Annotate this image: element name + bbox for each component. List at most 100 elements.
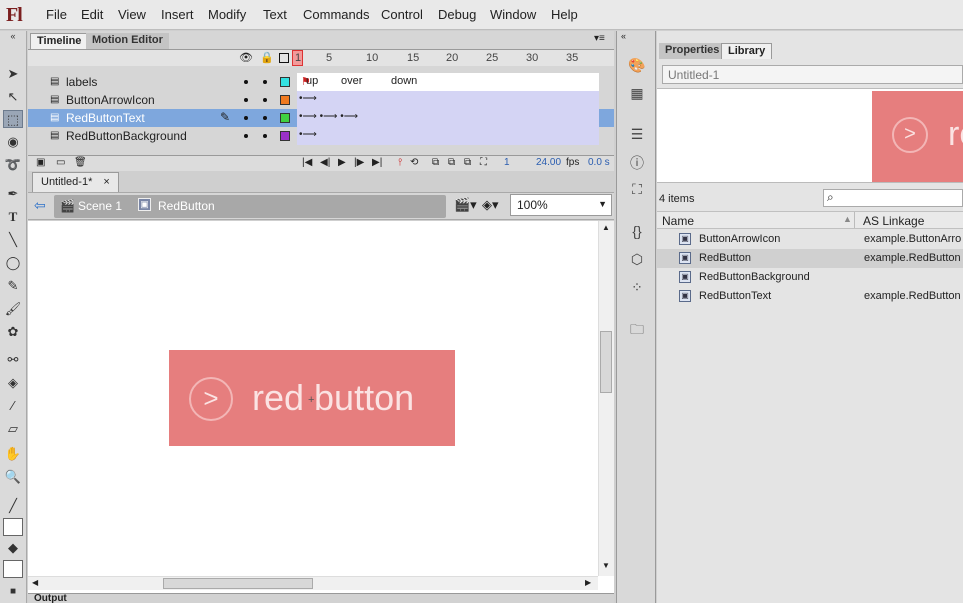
last-frame-icon[interactable]: ▶| bbox=[372, 157, 382, 168]
edit-multiple-icon[interactable]: ⧉ bbox=[464, 157, 471, 168]
free-transform-tool-icon[interactable]: ⬚ bbox=[3, 110, 23, 128]
menu-debug[interactable]: Debug bbox=[438, 7, 476, 22]
menu-text[interactable]: Text bbox=[263, 7, 287, 22]
visibility-dot[interactable] bbox=[244, 134, 248, 138]
onion-outline-icon[interactable]: ⧉ bbox=[448, 157, 455, 168]
visibility-dot[interactable] bbox=[244, 98, 248, 102]
column-name[interactable]: Name bbox=[662, 214, 694, 228]
step-forward-icon[interactable]: |▶ bbox=[354, 157, 364, 168]
align-icon[interactable]: ☰ bbox=[627, 126, 647, 144]
project-icon[interactable]: 🗀 bbox=[627, 319, 647, 337]
menu-control[interactable]: Control bbox=[381, 7, 423, 22]
library-item[interactable]: ▣ RedButton example.RedButton bbox=[657, 249, 963, 268]
library-item[interactable]: ▣ RedButtonText example.RedButton bbox=[657, 287, 963, 306]
layer-row-labels[interactable]: ▤ labels ⚑ up over down bbox=[28, 73, 614, 91]
onion-skin-icon[interactable]: ⧉ bbox=[432, 157, 439, 168]
line-tool-icon[interactable]: ╲ bbox=[3, 231, 23, 249]
fps-value[interactable]: 24.00 bbox=[536, 157, 561, 168]
tab-timeline[interactable]: Timeline bbox=[30, 33, 89, 49]
loop-icon[interactable]: ⟲ bbox=[410, 157, 418, 168]
scroll-down-icon[interactable]: ▼ bbox=[602, 561, 610, 570]
text-tool-icon[interactable]: T bbox=[3, 208, 23, 226]
deco-tool-icon[interactable]: ✿ bbox=[3, 323, 23, 341]
eye-icon[interactable]: 👁 bbox=[239, 51, 253, 64]
subselection-tool-icon[interactable]: ↖ bbox=[3, 88, 23, 106]
zoom-select[interactable]: 100% ▼ bbox=[510, 194, 612, 216]
frame-cells[interactable]: •⟶ bbox=[297, 127, 599, 145]
stage-red-button[interactable]: > red button + bbox=[169, 350, 455, 446]
zoom-tool-icon[interactable]: 🔍 bbox=[3, 468, 23, 486]
tab-library[interactable]: Library bbox=[721, 43, 773, 59]
eraser-tool-icon[interactable]: ▱ bbox=[3, 420, 23, 438]
library-search-input[interactable]: ⌕ bbox=[823, 189, 963, 207]
layer-color-swatch[interactable] bbox=[280, 77, 290, 87]
motion-presets-icon[interactable]: ⁘ bbox=[627, 279, 647, 297]
menu-window[interactable]: Window bbox=[490, 7, 536, 22]
lock-dot[interactable] bbox=[263, 98, 267, 102]
layer-color-swatch[interactable] bbox=[280, 131, 290, 141]
new-folder-icon[interactable]: ▭ bbox=[56, 157, 65, 168]
breadcrumb-scene[interactable]: Scene 1 bbox=[78, 199, 122, 213]
collapse-icon[interactable]: « bbox=[3, 31, 23, 41]
visibility-dot[interactable] bbox=[244, 80, 248, 84]
back-arrow-icon[interactable]: ⇦ bbox=[34, 197, 46, 214]
lock-dot[interactable] bbox=[263, 116, 267, 120]
lock-dot[interactable] bbox=[263, 80, 267, 84]
fill-swatch[interactable] bbox=[3, 560, 23, 578]
menu-file[interactable]: File bbox=[46, 7, 67, 22]
collapse-icon[interactable]: « bbox=[621, 31, 626, 41]
onion-markers-icon[interactable]: ⛶ bbox=[480, 157, 487, 168]
library-item[interactable]: ▣ RedButtonBackground bbox=[657, 268, 963, 287]
close-icon[interactable]: × bbox=[103, 176, 109, 188]
lock-icon[interactable]: 🔒 bbox=[260, 51, 274, 64]
code-snippets-icon[interactable]: {} bbox=[627, 223, 647, 241]
first-frame-icon[interactable]: |◀ bbox=[302, 157, 312, 168]
output-panel[interactable]: Output bbox=[28, 593, 614, 603]
3d-rotation-tool-icon[interactable]: ◉ bbox=[3, 133, 23, 151]
library-item[interactable]: ▣ ButtonArrowIcon example.ButtonArro bbox=[657, 230, 963, 249]
layer-row-buttonarrowicon[interactable]: ▤ ButtonArrowIcon •⟶ bbox=[28, 91, 614, 109]
scroll-up-icon[interactable]: ▲ bbox=[602, 223, 610, 232]
brush-tool-icon[interactable]: 🖌 bbox=[3, 300, 23, 318]
lasso-tool-icon[interactable]: ➰ bbox=[3, 156, 23, 174]
bone-tool-icon[interactable]: ⚯ bbox=[3, 351, 23, 369]
frame-cells[interactable]: •⟶ bbox=[297, 91, 599, 109]
selection-tool-icon[interactable]: ➤ bbox=[3, 65, 23, 83]
lock-dot[interactable] bbox=[263, 134, 267, 138]
hand-tool-icon[interactable]: ✋ bbox=[3, 445, 23, 463]
tab-motion-editor[interactable]: Motion Editor bbox=[86, 33, 169, 49]
menu-help[interactable]: Help bbox=[551, 7, 578, 22]
menu-commands[interactable]: Commands bbox=[303, 7, 369, 22]
edit-scene-icon[interactable]: 🎬▾ bbox=[454, 197, 477, 213]
scroll-right-icon[interactable]: ▶ bbox=[585, 578, 591, 587]
play-icon[interactable]: ▶ bbox=[338, 157, 346, 168]
oval-tool-icon[interactable]: ◯ bbox=[3, 254, 23, 272]
paint-bucket-tool-icon[interactable]: ◈ bbox=[3, 374, 23, 392]
layer-row-redbuttonbackground[interactable]: ▤ RedButtonBackground •⟶ bbox=[28, 127, 614, 145]
delete-layer-icon[interactable]: 🗑 bbox=[74, 157, 87, 168]
library-document-select[interactable]: Untitled-1 bbox=[662, 65, 963, 84]
fill-color-icon[interactable]: ◆ bbox=[3, 539, 23, 557]
edit-symbols-icon[interactable]: ◈▾ bbox=[482, 197, 499, 213]
stroke-color-icon[interactable]: ╱ bbox=[3, 497, 23, 515]
current-frame[interactable]: 1 bbox=[504, 157, 510, 168]
tab-properties[interactable]: Properties bbox=[659, 43, 726, 59]
components-icon[interactable]: ⬡ bbox=[627, 251, 647, 269]
vertical-scrollbar[interactable]: ▲ ▼ bbox=[598, 221, 614, 576]
visibility-dot[interactable] bbox=[244, 116, 248, 120]
scroll-thumb[interactable] bbox=[600, 331, 612, 393]
column-linkage[interactable]: AS Linkage bbox=[863, 214, 924, 228]
panel-menu-icon[interactable]: ▾≡ bbox=[594, 33, 605, 44]
horizontal-scrollbar[interactable]: ◀ ▶ bbox=[28, 576, 598, 590]
layer-color-swatch[interactable] bbox=[280, 95, 290, 105]
frame-cells[interactable]: •⟶ •⟶ •⟶ bbox=[297, 109, 599, 127]
sort-icon[interactable]: ▲ bbox=[843, 214, 852, 224]
swatches-icon[interactable]: 🎨 bbox=[627, 57, 647, 75]
scroll-thumb[interactable] bbox=[163, 578, 313, 589]
layer-color-swatch[interactable] bbox=[280, 113, 290, 123]
eyedropper-tool-icon[interactable]: ⁄ bbox=[3, 397, 23, 415]
swap-colors-icon[interactable]: ■ bbox=[3, 583, 23, 601]
menu-edit[interactable]: Edit bbox=[81, 7, 103, 22]
pen-tool-icon[interactable]: ✒ bbox=[3, 185, 23, 203]
layer-row-redbuttontext[interactable]: ▤ RedButtonText ✎ •⟶ •⟶ •⟶ bbox=[28, 109, 614, 127]
